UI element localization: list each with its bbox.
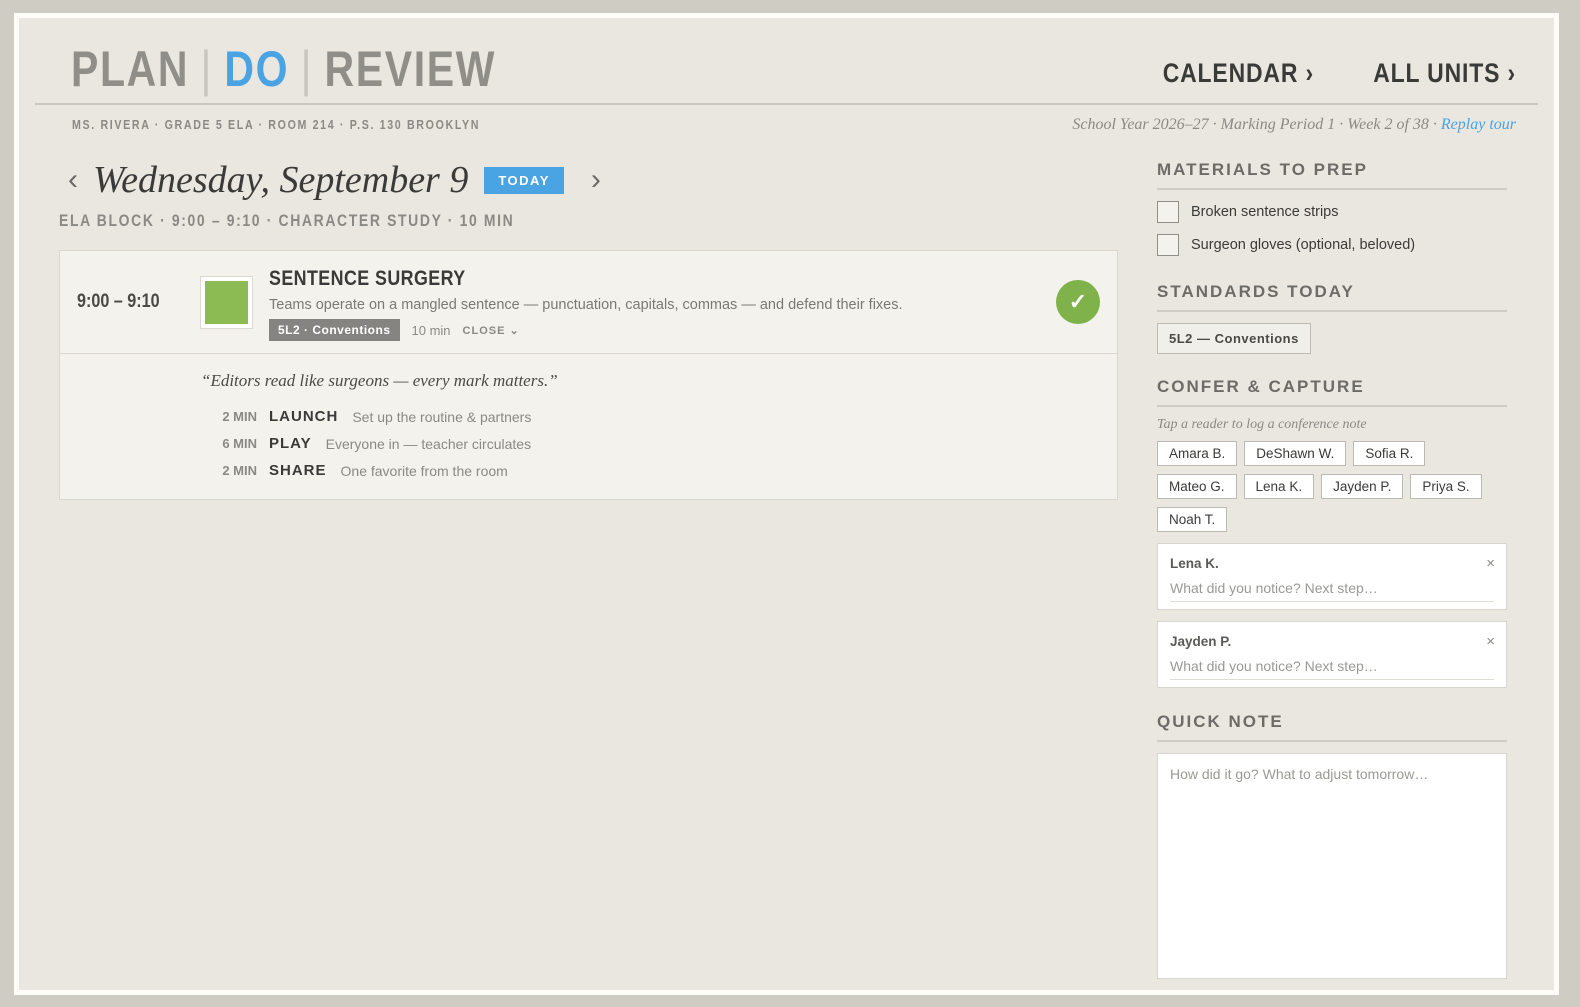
lesson-time: 9:00 – 9:10 (77, 291, 160, 312)
school-year-info: School Year 2026–27 · Marking Period 1 ·… (1072, 116, 1516, 134)
step-text: Set up the routine & partners (352, 408, 532, 425)
conference-student-name: Jayden P. (1170, 634, 1232, 649)
step-row: 6 MIN PLAY Everyone in — teacher circula… (201, 430, 1117, 457)
complete-check-icon[interactable]: ✓ (1056, 280, 1100, 324)
school-year-text: School Year 2026–27 · Marking Period 1 ·… (1072, 116, 1441, 133)
close-icon[interactable]: × (1486, 633, 1495, 650)
student-chip[interactable]: Priya S. (1410, 474, 1482, 499)
student-chip[interactable]: DeShawn W. (1244, 441, 1347, 466)
mode-switcher: PLAN | DO | REVIEW (71, 40, 496, 98)
header-divider (35, 103, 1538, 105)
step-label: SHARE (269, 462, 327, 479)
replay-tour-link[interactable]: Replay tour (1441, 116, 1516, 133)
step-duration: 2 MIN (222, 463, 257, 478)
student-list: Amara B. DeShawn W. Sofia R. Mateo G. Le… (1157, 441, 1507, 532)
activity-quote: “Editors read like surgeons — every mark… (201, 371, 558, 390)
material-item: Broken sentence strips (1157, 201, 1507, 223)
material-checkbox[interactable] (1157, 234, 1179, 256)
mode-review[interactable]: REVIEW (324, 41, 496, 97)
day-navigator: ‹ Wednesday, September 9 TODAY › (59, 158, 610, 202)
student-chip[interactable]: Lena K. (1243, 474, 1315, 499)
materials-heading: MATERIALS TO PREP (1157, 160, 1507, 190)
step-text: Everyone in — teacher circulates (325, 435, 532, 452)
duration-tag: 10 min (411, 322, 451, 338)
app-surface: PLAN | DO | REVIEW CALENDAR › ALL UNITS › MS… (19, 18, 1554, 990)
student-chip[interactable]: Amara B. (1157, 441, 1238, 466)
material-label: Broken sentence strips (1191, 204, 1339, 220)
conference-student-name: Lena K. (1170, 556, 1219, 571)
activity-description: Teams operate on a mangled sentence — pu… (269, 297, 903, 313)
day-title: Wednesday, September 9 (93, 159, 469, 201)
student-chip[interactable]: Mateo G. (1157, 474, 1237, 499)
student-chip[interactable]: Sofia R. (1353, 441, 1426, 466)
material-checkbox[interactable] (1157, 201, 1179, 223)
teacher-info: MS. RIVERA · GRADE 5 ELA · ROOM 214 · P.… (72, 117, 481, 132)
step-label: PLAY (269, 435, 312, 452)
conference-note-input[interactable] (1170, 652, 1494, 680)
conference-note-input[interactable] (1170, 574, 1494, 602)
conference-note-card: Lena K. × (1157, 543, 1507, 610)
mode-plan[interactable]: PLAN (71, 41, 189, 97)
close-toggle[interactable]: CLOSE ⌄ (463, 324, 520, 337)
quick-note-textarea[interactable] (1157, 753, 1507, 979)
quick-note-section: QUICK NOTE (1157, 712, 1507, 979)
conference-note-card: Jayden P. × (1157, 621, 1507, 688)
material-item: Surgeon gloves (optional, beloved) (1157, 234, 1507, 256)
lesson-card-body: “Editors read like surgeons — every mark… (60, 354, 1117, 484)
close-icon[interactable]: × (1486, 555, 1495, 572)
activity-color-swatch (205, 281, 248, 324)
step-duration: 6 MIN (222, 436, 257, 451)
mode-separator: | (200, 41, 213, 97)
today-badge[interactable]: TODAY (484, 166, 564, 194)
confer-hint: Tap a reader to log a conference note (1157, 417, 1367, 432)
standards-heading: STANDARDS TODAY (1157, 282, 1507, 312)
step-row: 2 MIN LAUNCH Set up the routine & partne… (201, 403, 1117, 430)
step-text: One favorite from the room (340, 462, 508, 479)
student-chip[interactable]: Noah T. (1157, 507, 1228, 532)
calendar-link[interactable]: CALENDAR › (1163, 58, 1314, 89)
block-summary: ELA BLOCK · 9:00 – 9:10 · CHARACTER STUD… (59, 211, 515, 230)
mode-separator: | (300, 41, 313, 97)
lesson-card: 9:00 – 9:10 SENTENCE SURGERY Teams opera… (59, 250, 1118, 500)
prev-day-icon[interactable]: ‹ (59, 163, 87, 197)
lesson-card-header[interactable]: 9:00 – 9:10 SENTENCE SURGERY Teams opera… (60, 251, 1117, 354)
material-label: Surgeon gloves (optional, beloved) (1191, 237, 1416, 253)
app-frame: PLAN | DO | REVIEW CALENDAR › ALL UNITS › MS… (14, 13, 1559, 995)
all-units-link[interactable]: ALL UNITS › (1373, 58, 1516, 89)
step-label: LAUNCH (269, 408, 339, 425)
quick-note-heading: QUICK NOTE (1157, 712, 1507, 742)
activity-title: SENTENCE SURGERY (269, 267, 466, 290)
activity-color-frame (200, 276, 253, 329)
student-chip[interactable]: Jayden P. (1321, 474, 1404, 499)
step-duration: 2 MIN (222, 409, 257, 424)
confer-heading: CONFER & CAPTURE (1157, 377, 1507, 407)
activity-tags: 5L2 · Conventions 10 min CLOSE ⌄ (269, 319, 520, 341)
next-day-icon[interactable]: › (582, 163, 610, 197)
standard-chip: 5L2 — Conventions (1157, 323, 1311, 354)
top-nav: CALENDAR › ALL UNITS › (1136, 58, 1516, 89)
mode-do[interactable]: DO (224, 41, 289, 97)
step-row: 2 MIN SHARE One favorite from the room (201, 457, 1117, 484)
standard-tag: 5L2 · Conventions (269, 319, 400, 341)
sidebar: MATERIALS TO PREP Broken sentence strips… (1157, 160, 1507, 979)
